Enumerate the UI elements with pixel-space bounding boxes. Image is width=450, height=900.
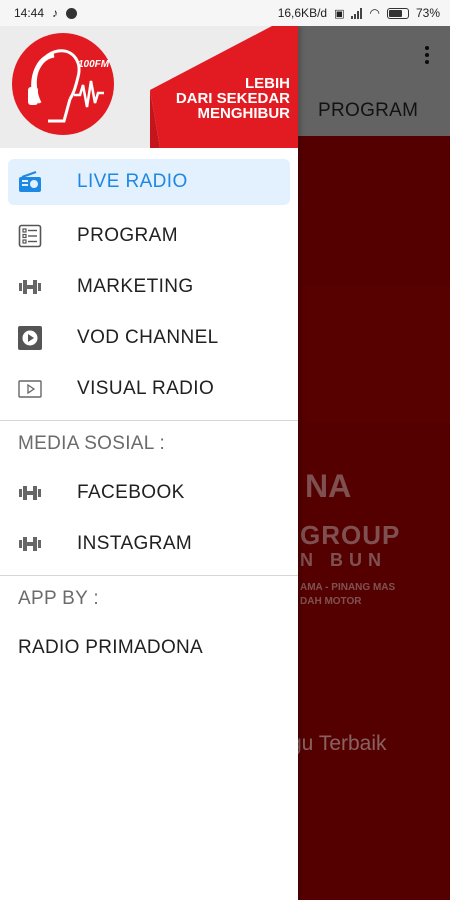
headphone-face-icon — [28, 49, 104, 123]
menu-item-instagram[interactable]: INSTAGRAM — [0, 518, 298, 569]
play-box-icon — [18, 325, 42, 350]
status-bar: 14:44 ♪ 16,6KB/d ▣ ◠ 73% — [0, 0, 450, 26]
menu-item-label: VOD CHANNEL — [77, 326, 219, 348]
net-speed: 16,6KB/d — [277, 6, 328, 20]
header-tagline-line: MENGHIBUR — [197, 105, 291, 122]
menu-item-facebook[interactable]: FACEBOOK — [0, 467, 298, 518]
play-outline-icon — [18, 377, 42, 401]
app-by-value: RADIO PRIMADONA — [18, 637, 204, 658]
schedule-list-icon — [18, 224, 42, 248]
dumbbell-icon — [18, 275, 42, 299]
drawer-header: 100FM LEBIH DARI SEKEDAR MENGHIBUR — [0, 26, 298, 148]
battery-percent: 73% — [415, 6, 440, 20]
drawer-menu: LIVE RADIO PROGRAM MARKETING VOD CHANNEL… — [0, 148, 298, 674]
menu-item-label: FACEBOOK — [77, 481, 185, 503]
section-title-social: MEDIA SOSIAL : — [18, 433, 166, 454]
section-title-app-by: APP BY : — [18, 588, 99, 609]
menu-item-program[interactable]: PROGRAM — [0, 210, 298, 261]
tiktok-icon: ♪ — [52, 6, 59, 20]
station-logo: 100FM — [12, 33, 114, 135]
notification-icon — [66, 7, 78, 19]
logo-text: 100FM — [78, 59, 110, 70]
menu-item-label: VISUAL RADIO — [77, 377, 215, 399]
radio-icon — [18, 170, 42, 194]
menu-item-label: INSTAGRAM — [77, 532, 193, 554]
menu-item-label: LIVE RADIO — [77, 171, 188, 192]
header-tagline-line: DARI SEKEDAR — [175, 90, 290, 107]
navigation-drawer: 100FM LEBIH DARI SEKEDAR MENGHIBUR LIVE … — [0, 26, 298, 900]
menu-item-live-radio[interactable]: LIVE RADIO — [8, 159, 290, 205]
dumbbell-icon — [18, 532, 42, 556]
menu-item-visual-radio[interactable]: VISUAL RADIO — [0, 363, 298, 414]
signal-icon — [351, 7, 363, 19]
status-time: 14:44 — [14, 6, 45, 20]
dumbbell-icon — [18, 481, 42, 505]
header-tagline-line: LEBIH — [245, 75, 290, 92]
battery-icon — [386, 7, 409, 19]
menu-item-label: PROGRAM — [77, 224, 178, 246]
sim-icon: ▣ — [334, 7, 345, 20]
wifi-icon: ◠ — [369, 6, 380, 20]
menu-item-vod-channel[interactable]: VOD CHANNEL — [0, 312, 298, 363]
menu-item-marketing[interactable]: MARKETING — [0, 261, 298, 312]
menu-item-label: MARKETING — [77, 275, 194, 297]
